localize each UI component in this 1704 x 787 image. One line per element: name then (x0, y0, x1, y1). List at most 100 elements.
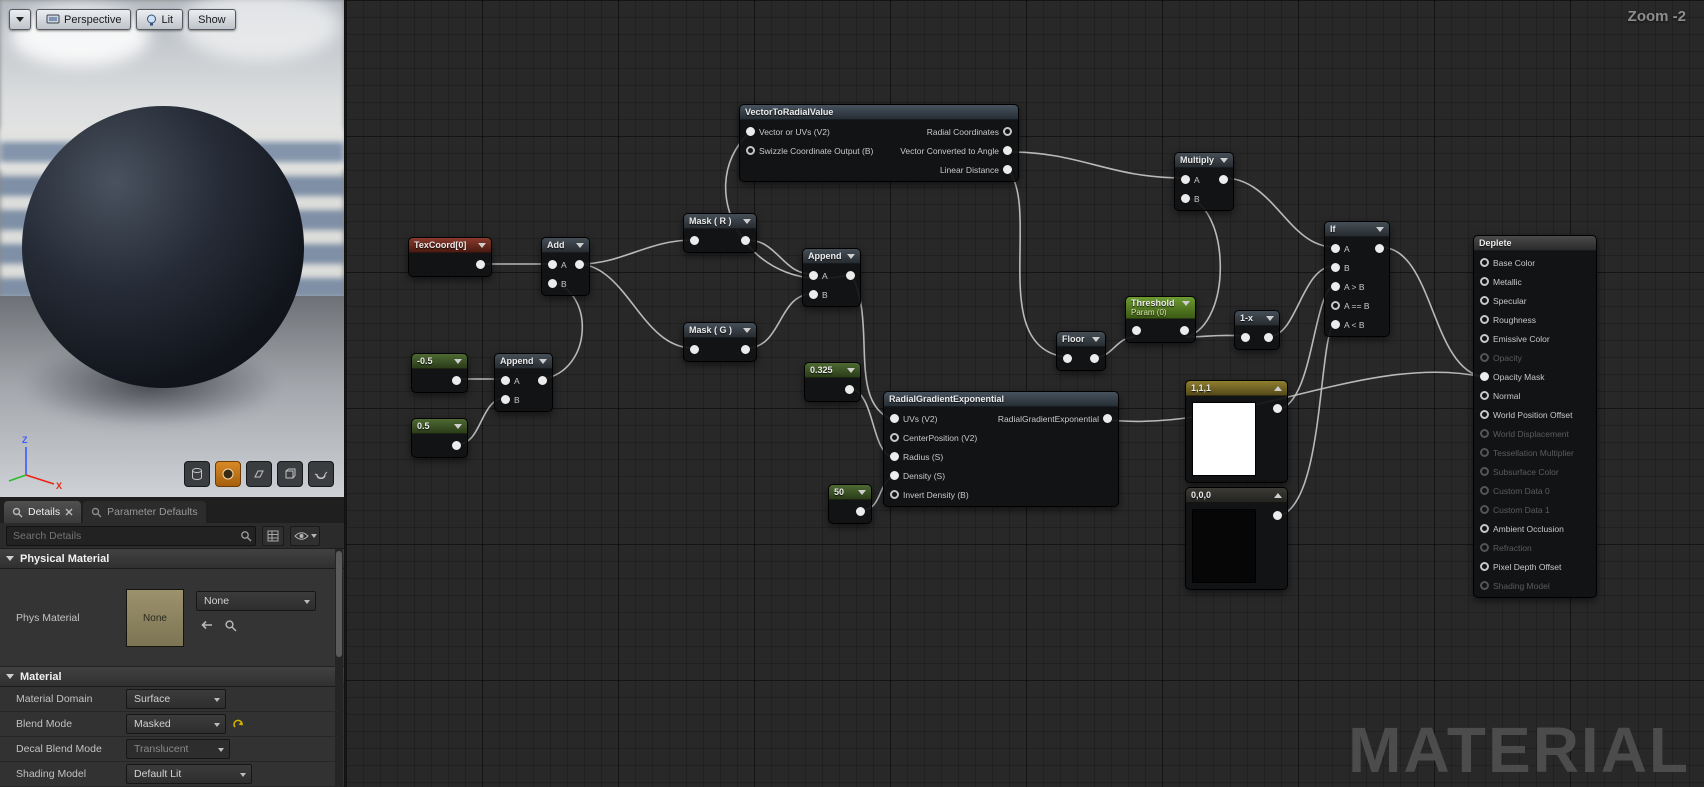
output-pin[interactable] (1219, 175, 1228, 184)
perspective-button[interactable]: Perspective (36, 9, 132, 30)
input-pin[interactable] (1331, 244, 1340, 253)
output-pin[interactable] (538, 376, 547, 385)
input-pin[interactable] (1331, 282, 1340, 291)
node-threshold-parameter[interactable]: Threshold Param (0) (1125, 296, 1196, 343)
preview-shape-cylinder-button[interactable] (184, 461, 210, 487)
details-scrollbar[interactable] (335, 549, 343, 787)
node-floor[interactable]: Floor (1056, 331, 1106, 371)
property-matrix-button[interactable] (262, 525, 284, 546)
input-pin[interactable] (1132, 326, 1141, 335)
search-details-input[interactable] (6, 525, 256, 546)
input-pin[interactable] (809, 290, 818, 299)
node-constant-0325[interactable]: 0.325 (804, 362, 861, 402)
node-constant-50[interactable]: 50 (828, 484, 872, 524)
input-pin[interactable] (1480, 581, 1489, 590)
input-pin[interactable] (1331, 301, 1340, 310)
expand-caret-icon[interactable] (1274, 385, 1282, 391)
output-pin[interactable] (1003, 127, 1012, 136)
input-pin[interactable] (548, 279, 557, 288)
input-pin[interactable] (1480, 296, 1489, 305)
expand-caret-icon[interactable] (1274, 492, 1282, 498)
collapse-caret-icon[interactable] (454, 358, 462, 364)
node-vector-to-radial-value[interactable]: VectorToRadialValue Vector or UVs (V2) Ra… (739, 104, 1019, 182)
input-pin[interactable] (1480, 429, 1489, 438)
input-pin[interactable] (890, 452, 899, 461)
input-pin[interactable] (1063, 354, 1072, 363)
input-pin[interactable] (1480, 562, 1489, 571)
output-pin[interactable] (1273, 511, 1282, 520)
input-pin[interactable] (809, 271, 818, 280)
collapse-caret-icon[interactable] (847, 367, 855, 373)
node-constant-neg05[interactable]: -0.5 (411, 353, 468, 393)
output-pin[interactable] (476, 260, 485, 269)
input-pin[interactable] (1241, 333, 1250, 342)
input-pin[interactable] (890, 490, 899, 499)
output-pin[interactable] (741, 345, 750, 354)
input-pin[interactable] (501, 395, 510, 404)
output-pin[interactable] (575, 260, 584, 269)
input-pin[interactable] (1480, 372, 1489, 381)
tab-parameter-defaults[interactable]: Parameter Defaults (83, 501, 206, 523)
collapse-caret-icon[interactable] (1092, 336, 1100, 342)
collapse-caret-icon[interactable] (1266, 315, 1274, 321)
collapse-caret-icon[interactable] (858, 489, 866, 495)
collapse-caret-icon[interactable] (1376, 226, 1384, 232)
node-constant-vector-black[interactable]: 0,0,0 (1185, 487, 1288, 590)
input-pin[interactable] (1331, 263, 1340, 272)
lit-button[interactable]: Lit (136, 9, 184, 30)
input-pin[interactable] (690, 236, 699, 245)
output-pin[interactable] (846, 271, 855, 280)
input-pin[interactable] (1480, 334, 1489, 343)
material-section-header[interactable]: Material (0, 667, 344, 687)
scrollbar-thumb[interactable] (336, 551, 342, 657)
input-pin[interactable] (1480, 505, 1489, 514)
input-pin[interactable] (501, 376, 510, 385)
viewport-options-dropdown[interactable] (9, 9, 31, 30)
node-append[interactable]: Append A B (802, 248, 861, 307)
preview-shape-sphere-button[interactable] (215, 461, 241, 487)
node-add[interactable]: Add A B (541, 237, 590, 296)
input-pin[interactable] (1480, 448, 1489, 457)
input-pin[interactable] (890, 471, 899, 480)
input-pin[interactable] (1480, 391, 1489, 400)
node-multiply[interactable]: Multiply A B (1174, 152, 1234, 211)
browse-icon[interactable] (224, 619, 237, 632)
output-pin[interactable] (1090, 354, 1099, 363)
input-pin[interactable] (1480, 486, 1489, 495)
input-pin[interactable] (1480, 353, 1489, 362)
reset-to-default-icon[interactable] (232, 718, 245, 730)
node-mask-r[interactable]: Mask ( R ) (683, 213, 757, 253)
output-pin[interactable] (741, 236, 750, 245)
node-one-minus-x[interactable]: 1-x (1234, 310, 1280, 350)
node-mask-g[interactable]: Mask ( G ) (683, 322, 757, 362)
output-pin[interactable] (1375, 244, 1384, 253)
collapse-caret-icon[interactable] (1182, 300, 1190, 306)
input-pin[interactable] (746, 146, 755, 155)
phys-material-dropdown[interactable]: None (196, 591, 316, 611)
input-pin[interactable] (548, 260, 557, 269)
output-pin[interactable] (845, 385, 854, 394)
collapse-caret-icon[interactable] (1220, 157, 1228, 163)
preview-shape-plane-button[interactable] (246, 461, 272, 487)
output-pin[interactable] (1003, 146, 1012, 155)
node-if[interactable]: If A B A > B A == B A < B (1324, 221, 1390, 337)
input-pin[interactable] (690, 345, 699, 354)
output-pin[interactable] (1264, 333, 1273, 342)
node-radial-gradient-exponential[interactable]: RadialGradientExponential UVs (V2) Radial… (883, 391, 1119, 507)
node-material-output[interactable]: Deplete Base Color Metallic Specular Rou… (1473, 235, 1597, 598)
input-pin[interactable] (1181, 175, 1190, 184)
collapse-caret-icon[interactable] (847, 253, 855, 259)
input-pin[interactable] (890, 433, 899, 442)
view-options-button[interactable] (290, 525, 320, 546)
node-append[interactable]: Append A B (494, 353, 553, 412)
phys-material-thumbnail[interactable]: None (126, 589, 184, 647)
show-button[interactable]: Show (188, 9, 236, 30)
input-pin[interactable] (890, 414, 899, 423)
shading-model-dropdown[interactable]: Default Lit (126, 764, 252, 784)
output-pin[interactable] (1103, 414, 1112, 423)
collapse-caret-icon[interactable] (478, 242, 486, 248)
collapse-caret-icon[interactable] (743, 327, 751, 333)
tab-details[interactable]: Details (4, 501, 82, 523)
input-pin[interactable] (1480, 467, 1489, 476)
collapse-caret-icon[interactable] (539, 358, 547, 364)
